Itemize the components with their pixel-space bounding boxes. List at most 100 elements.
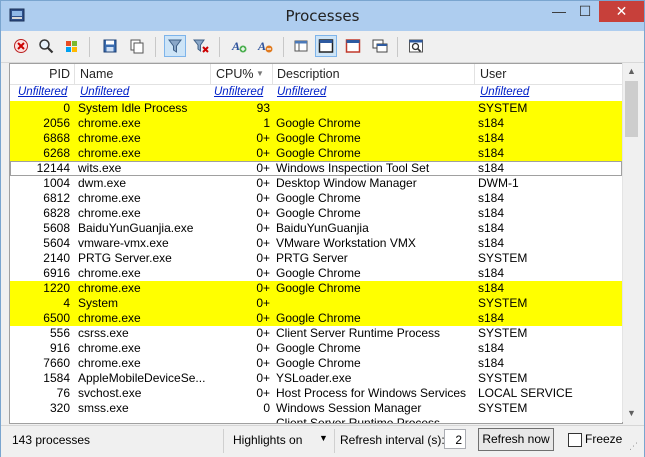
table-row[interactable]: 2140 PRTG Server.exe 0+ PRTG Server SYSTEM	[10, 251, 622, 266]
table-row[interactable]: 4 System 0+ SYSTEM	[10, 296, 622, 311]
cell-name: chrome.exe	[78, 281, 141, 295]
table-row[interactable]: 6868 chrome.exe 0+ Google Chrome s184	[10, 131, 622, 146]
clear-filter-icon[interactable]	[190, 35, 212, 57]
table-row[interactable]: 1584 AppleMobileDeviceSe... 0+ YSLoader.exe…	[10, 371, 622, 386]
font-larger-icon[interactable]: A	[228, 35, 250, 57]
table-row[interactable]: Client Server Runtime Process	[10, 416, 622, 423]
column-divider[interactable]	[272, 64, 273, 84]
column-header-pid[interactable]: PID	[10, 64, 70, 84]
table-row[interactable]: 6916 chrome.exe 0+ Google Chrome s184	[10, 266, 622, 281]
table-row[interactable]: 6268 chrome.exe 0+ Google Chrome s184	[10, 146, 622, 161]
filter-pid-link[interactable]: Unfiltered	[18, 84, 67, 100]
table-row[interactable]: 76 svchost.exe 0+ Host Process for Windows …	[10, 386, 622, 401]
table-row[interactable]: 320 smss.exe 0 Windows Session Manager SYSTE…	[10, 401, 622, 416]
cell-pid: 6828	[43, 206, 70, 220]
cell-pid: 320	[49, 401, 70, 415]
copy-icon[interactable]	[126, 35, 148, 57]
table-row[interactable]: 5608 BaiduYunGuanjia.exe 0+ BaiduYunGuanjia…	[10, 221, 622, 236]
inspect-window-icon[interactable]	[405, 35, 427, 57]
cell-description: VMware Workstation VMX	[276, 236, 416, 250]
column-header-user[interactable]: User	[480, 64, 506, 84]
cell-cpu: 0+	[256, 266, 270, 280]
column-divider[interactable]	[74, 64, 75, 84]
toolbar-separator	[219, 37, 220, 57]
minimize-button[interactable]: —	[546, 1, 572, 22]
title-bar[interactable]: Processes — ☐ ✕	[1, 1, 644, 31]
table-row[interactable]: 6500 chrome.exe 0+ Google Chrome s184	[10, 311, 622, 326]
scroll-down-arrow-icon[interactable]: ▼	[623, 405, 640, 422]
cell-description: Google Chrome	[276, 191, 361, 205]
filter-name-link[interactable]: Unfiltered	[80, 84, 129, 100]
cell-cpu: 0+	[256, 356, 270, 370]
table-row[interactable]: 1220 chrome.exe 0+ Google Chrome s184	[10, 281, 622, 296]
cell-description: Google Chrome	[276, 356, 361, 370]
column-header-name[interactable]: Name	[80, 64, 113, 84]
font-smaller-icon[interactable]: A	[254, 35, 276, 57]
cell-name: chrome.exe	[78, 116, 141, 130]
toolbar-separator	[89, 37, 90, 57]
cell-cpu: 0+	[256, 146, 270, 160]
chevron-down-icon[interactable]: ▼	[319, 433, 328, 443]
cell-pid: 12144	[36, 161, 70, 175]
filter-description-link[interactable]: Unfiltered	[277, 84, 326, 100]
save-icon[interactable]	[99, 35, 121, 57]
column-divider[interactable]	[210, 64, 211, 84]
cell-pid: 1220	[43, 281, 70, 295]
filter-icon[interactable]	[164, 35, 186, 57]
column-divider[interactable]	[474, 64, 475, 84]
table-row[interactable]: 556 csrss.exe 0+ Client Server Runtime Proc…	[10, 326, 622, 341]
cell-cpu: 0+	[256, 206, 270, 220]
cell-pid: 916	[49, 341, 70, 355]
vertical-scrollbar[interactable]: ▲ ▼	[622, 63, 640, 422]
cell-user: SYSTEM	[478, 296, 528, 310]
process-count: 143 processes	[12, 433, 91, 447]
toolbar-separator	[283, 37, 284, 57]
table-row[interactable]: 2056 chrome.exe 1 Google Chrome s184	[10, 116, 622, 131]
freeze-checkbox[interactable]	[568, 433, 582, 447]
highlight-window-icon[interactable]	[342, 35, 364, 57]
process-table[interactable]: PID Name CPU% ▼ Description User Unfilte…	[9, 63, 623, 424]
table-row[interactable]: 916 chrome.exe 0+ Google Chrome s184	[10, 341, 622, 356]
cell-description: Google Chrome	[276, 266, 361, 280]
scrollbar-thumb[interactable]	[625, 81, 638, 137]
table-row[interactable]: 6812 chrome.exe 0+ Google Chrome s184	[10, 191, 622, 206]
cell-name: chrome.exe	[78, 266, 141, 280]
cell-pid: 2056	[43, 116, 70, 130]
refresh-now-button[interactable]: Refresh now	[478, 428, 554, 451]
sort-descending-icon: ▼	[256, 69, 264, 78]
cell-name: PRTG Server.exe	[78, 251, 172, 265]
close-button[interactable]: ✕	[599, 1, 644, 22]
table-row[interactable]: 0 System Idle Process 93 SYSTEM	[10, 101, 622, 116]
cell-pid: 1004	[43, 176, 70, 190]
cell-pid: 5604	[43, 236, 70, 250]
maximize-button[interactable]: ☐	[572, 1, 598, 22]
table-row[interactable]: 6828 chrome.exe 0+ Google Chrome s184	[10, 206, 622, 221]
filter-user-link[interactable]: Unfiltered	[480, 84, 529, 100]
search-process-icon[interactable]	[35, 35, 57, 57]
cell-user: s184	[478, 281, 505, 295]
toolbar-separator	[155, 37, 156, 57]
highlights-dropdown[interactable]: Highlights on	[233, 433, 302, 447]
cell-description: PRTG Server	[276, 251, 348, 265]
filter-cpu-link[interactable]: Unfiltered	[214, 84, 263, 100]
resize-grip-icon[interactable]: ⋰	[629, 441, 638, 452]
table-row[interactable]: 1004 dwm.exe 0+ Desktop Window Manager DWM-1	[10, 176, 622, 191]
column-header-cpu[interactable]: CPU%	[216, 64, 254, 84]
freeze-label[interactable]: Freeze	[585, 432, 622, 446]
kill-process-icon[interactable]	[10, 35, 32, 57]
switch-window-icon[interactable]	[369, 35, 391, 57]
column-header-description[interactable]: Description	[277, 64, 340, 84]
columns-icon[interactable]	[290, 35, 312, 57]
cell-description: Client Server Runtime Process	[276, 326, 441, 340]
windows-logo-icon[interactable]	[61, 35, 83, 57]
scroll-up-arrow-icon[interactable]: ▲	[623, 63, 640, 80]
cell-name: chrome.exe	[78, 206, 141, 220]
table-row[interactable]: 12144 wits.exe 0+ Windows Inspection Tool S…	[10, 161, 622, 176]
window-view-icon[interactable]	[315, 35, 337, 57]
cell-name: wits.exe	[78, 161, 122, 175]
table-row[interactable]: 7660 chrome.exe 0+ Google Chrome s184	[10, 356, 622, 371]
refresh-interval-input[interactable]: 2	[444, 429, 466, 449]
cell-description: Google Chrome	[276, 281, 361, 295]
table-row[interactable]: 5604 vmware-vmx.exe 0+ VMware Workstation V…	[10, 236, 622, 251]
cell-pid: 556	[49, 326, 70, 340]
